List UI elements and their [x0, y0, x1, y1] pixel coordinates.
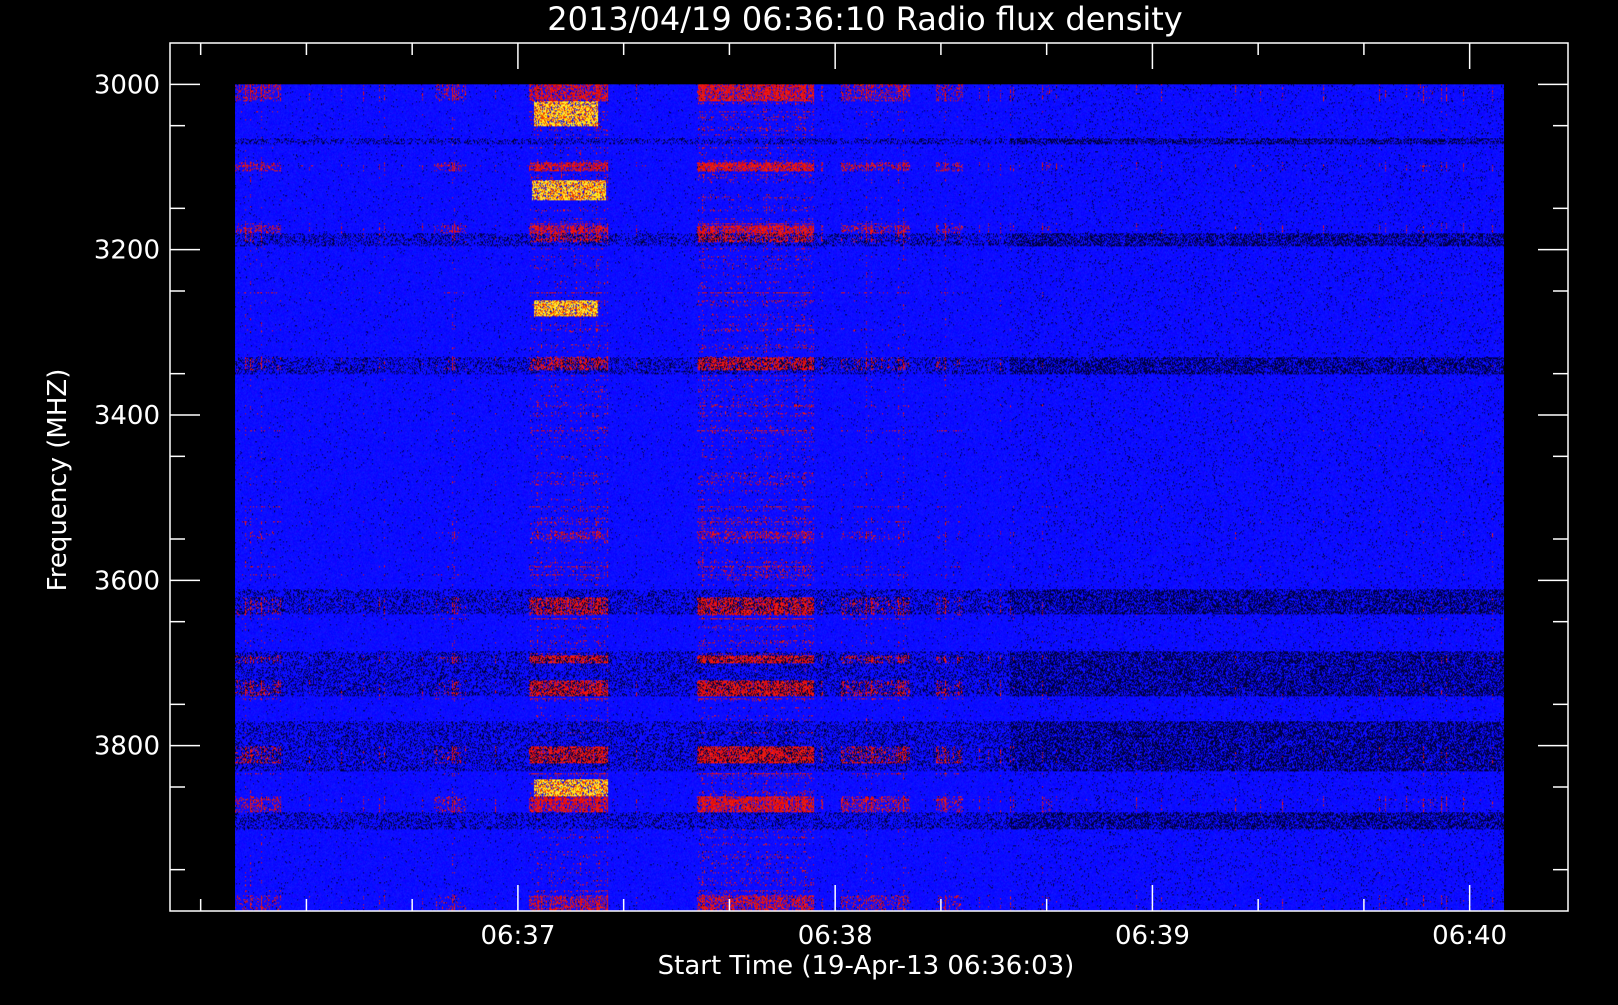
- x-tick-label: 06:40: [1432, 921, 1507, 951]
- x-tick-label: 06:39: [1115, 921, 1190, 951]
- y-tick-label: 3600: [94, 566, 160, 596]
- y-axis-label: Frequency (MHZ): [43, 369, 73, 592]
- chart-svg: 2013/04/19 06:36:10 Radio flux density 0…: [0, 0, 1618, 1000]
- heatmap-image: [235, 84, 1505, 912]
- x-tick-label: 06:38: [798, 921, 873, 951]
- y-tick-label: 3800: [94, 732, 160, 762]
- x-axis-label: Start Time (19-Apr-13 06:36:03): [658, 951, 1075, 981]
- chart-title: 2013/04/19 06:36:10 Radio flux density: [547, 0, 1182, 38]
- y-tick-label: 3200: [94, 236, 160, 266]
- y-tick-label: 3000: [94, 70, 160, 100]
- y-tick-label: 3400: [94, 401, 160, 431]
- plot-area: [235, 84, 1505, 912]
- spectrogram-chart: 2013/04/19 06:36:10 Radio flux density 0…: [0, 0, 1618, 1000]
- x-tick-label: 06:37: [480, 921, 555, 951]
